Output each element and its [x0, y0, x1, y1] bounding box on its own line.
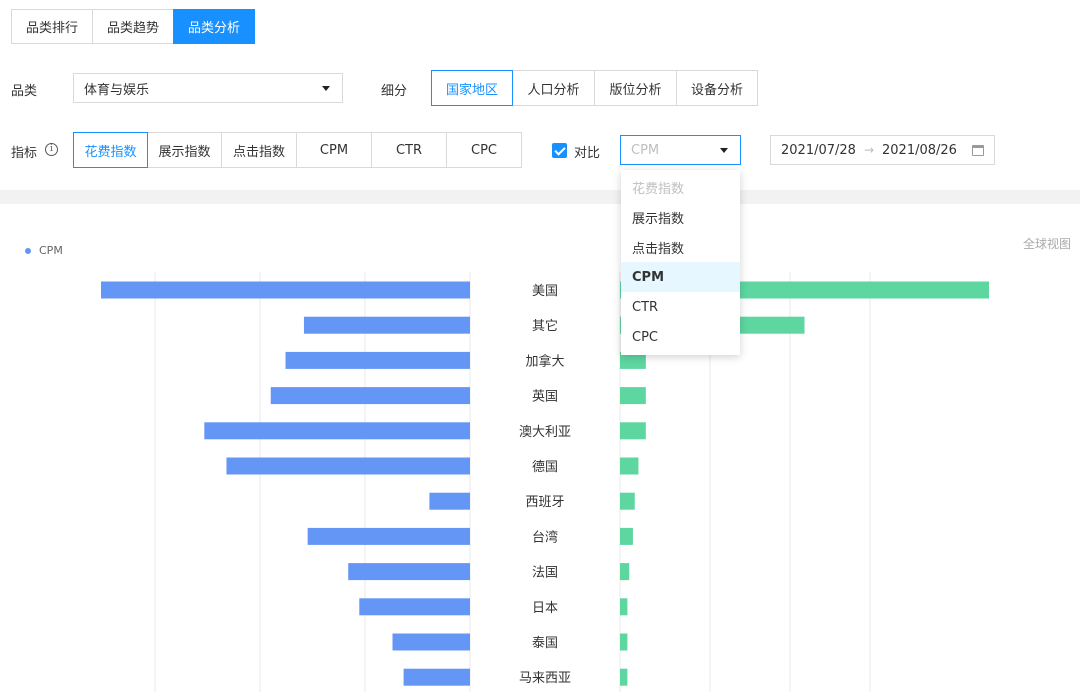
right-bar [620, 563, 630, 581]
date-range-picker[interactable]: 2021/07/28 → 2021/08/26 [770, 135, 995, 165]
view-tabs: 品类排行 品类趋势 品类分析 [11, 9, 256, 44]
category-label: 美国 [532, 284, 558, 299]
category-label: 日本 [532, 601, 558, 616]
right-bar [620, 633, 628, 651]
segment-label: 细分 [381, 84, 408, 99]
right-bar [620, 492, 635, 510]
category-label: 德国 [532, 460, 558, 475]
segment-country[interactable]: 国家地区 [431, 70, 513, 106]
category-label: 西班牙 [525, 495, 564, 510]
category-label: 品类 [11, 84, 38, 99]
caret-down-icon [322, 86, 330, 91]
segment-placement[interactable]: 版位分析 [594, 70, 677, 106]
right-bar [620, 668, 628, 686]
compare-label: 对比 [574, 146, 601, 161]
left-bar [204, 422, 470, 440]
category-select[interactable]: 体育与娱乐 [73, 73, 343, 103]
left-bar [285, 351, 470, 369]
section-divider [0, 190, 1080, 204]
left-bar [303, 316, 470, 334]
category-label: 加拿大 [525, 353, 564, 369]
left-bar [392, 633, 470, 651]
category-label: 其它 [532, 318, 558, 334]
right-bar [620, 422, 646, 440]
metric-group: 花费指数 展示指数 点击指数 CPM CTR CPC [73, 132, 522, 168]
calendar-icon [972, 145, 984, 156]
compare-metric-select[interactable]: CPM [620, 135, 741, 165]
date-arrow-icon: → [863, 143, 874, 157]
dropdown-option-cpc[interactable]: CPC [621, 322, 740, 352]
category-label: 澳大利亚 [519, 424, 571, 440]
right-bar [620, 387, 646, 405]
compare-checkbox[interactable] [552, 143, 567, 158]
left-bar [307, 527, 470, 545]
dropdown-option-cpm[interactable]: CPM [621, 262, 740, 292]
left-bar [359, 598, 470, 616]
comparison-bar-chart: 美国其它加拿大英国澳大利亚德国西班牙台湾法国日本泰国马来西亚 [101, 272, 989, 692]
segment-group: 国家地区 人口分析 版位分析 设备分析 [431, 70, 758, 106]
category-label: 台湾 [532, 529, 558, 545]
metric-ctr[interactable]: CTR [371, 132, 447, 168]
metric-label: 指标 [11, 146, 38, 161]
left-bar [226, 457, 470, 475]
category-label: 法国 [532, 566, 558, 581]
segment-demographics[interactable]: 人口分析 [512, 70, 595, 106]
info-icon[interactable]: i [45, 143, 58, 156]
dropdown-option-spend-index: 花费指数 [632, 181, 685, 197]
tab-category-ranking[interactable]: 品类排行 [11, 9, 94, 44]
segment-device[interactable]: 设备分析 [676, 70, 758, 106]
caret-down-icon [720, 148, 728, 153]
category-value: 体育与娱乐 [84, 82, 150, 98]
metric-click-index[interactable]: 点击指数 [221, 132, 297, 168]
right-bar [620, 457, 639, 475]
left-bar [348, 563, 470, 581]
dropdown-option-ctr[interactable]: CTR [621, 292, 740, 322]
metric-cpm[interactable]: CPM [296, 132, 372, 168]
category-label: 马来西亚 [519, 671, 571, 686]
metric-cpc[interactable]: CPC [446, 132, 522, 168]
right-bar [620, 527, 633, 545]
left-bar [270, 387, 470, 405]
compare-metric-dropdown: 花费指数 展示指数 点击指数 CPM CTR CPC [621, 170, 740, 355]
dropdown-option-click-index[interactable]: 点击指数 [621, 232, 740, 262]
category-label: 英国 [532, 390, 558, 405]
right-bar [620, 598, 628, 616]
tab-category-trend[interactable]: 品类趋势 [92, 9, 175, 44]
compare-metric-value: CPM [631, 142, 660, 158]
metric-spend-index[interactable]: 花费指数 [73, 132, 148, 168]
date-start: 2021/07/28 [781, 142, 856, 158]
tab-category-analysis[interactable]: 品类分析 [173, 9, 256, 44]
left-bar [101, 281, 470, 299]
left-bar [429, 492, 470, 510]
category-label: 泰国 [532, 636, 558, 651]
date-end: 2021/08/26 [882, 142, 957, 158]
metric-impression-index[interactable]: 展示指数 [147, 132, 222, 168]
dropdown-option-impression-index[interactable]: 展示指数 [621, 202, 740, 232]
left-bar [403, 668, 470, 686]
